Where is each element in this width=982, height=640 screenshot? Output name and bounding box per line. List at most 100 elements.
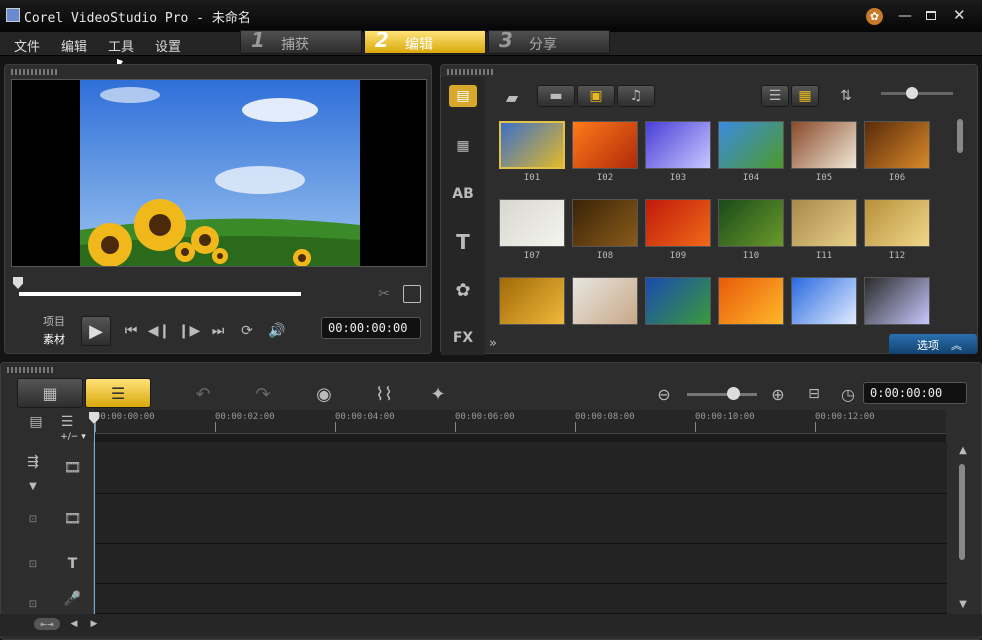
- thumbnail-item[interactable]: [645, 277, 711, 329]
- text-icon[interactable]: T: [449, 230, 477, 254]
- zoom-in-icon[interactable]: ⊕: [767, 383, 789, 405]
- panel-grip[interactable]: [447, 69, 493, 75]
- scrubber-track[interactable]: [19, 292, 301, 296]
- thumbnail-image: [645, 121, 711, 169]
- thumbnail-item[interactable]: I01: [499, 121, 565, 183]
- auto-music-icon[interactable]: ✦: [425, 382, 451, 406]
- timeline-scrollbar[interactable]: [959, 464, 965, 560]
- thumb-size-knob[interactable]: [906, 87, 918, 99]
- menu-edit[interactable]: 编辑: [61, 36, 87, 55]
- thumbnail-item[interactable]: [864, 277, 930, 329]
- thumbnail-item[interactable]: I02: [572, 121, 638, 183]
- expand-icon[interactable]: »: [485, 333, 501, 353]
- play-button[interactable]: ▶: [81, 316, 111, 346]
- list-view-button[interactable]: ☰: [761, 85, 789, 107]
- thumbnail-item[interactable]: [791, 277, 857, 329]
- thumbnail-item[interactable]: I04: [718, 121, 784, 183]
- fit-project-icon[interactable]: ⊟: [803, 383, 825, 405]
- title-track[interactable]: [52, 544, 947, 584]
- voice-track-header-icon[interactable]: 🎤: [52, 584, 94, 614]
- thumbnail-item[interactable]: I03: [645, 121, 711, 183]
- scroll-right-icon[interactable]: ▶: [88, 618, 100, 630]
- thumbnail-item[interactable]: I11: [791, 199, 857, 261]
- zoom-knob[interactable]: [727, 387, 740, 400]
- track-collapse-icon[interactable]: ▼: [24, 480, 42, 492]
- lock-icon[interactable]: ⊡: [26, 557, 40, 571]
- next-frame-icon[interactable]: ❙▶: [178, 321, 201, 341]
- help-icon[interactable]: ✿: [866, 8, 883, 25]
- graphics-icon[interactable]: ✿: [449, 279, 477, 301]
- thumbnail-item[interactable]: [499, 277, 565, 329]
- thumbnail-item[interactable]: I05: [791, 121, 857, 183]
- mode-project-label[interactable]: 项目: [43, 313, 65, 329]
- thumbnail-item[interactable]: I09: [645, 199, 711, 261]
- cut-icon[interactable]: ✂: [375, 285, 393, 303]
- step-edit[interactable]: 2 编辑: [364, 28, 486, 54]
- scroll-down-icon[interactable]: ▼: [956, 598, 970, 610]
- thumbnail-item[interactable]: I10: [718, 199, 784, 261]
- scroll-left-icon[interactable]: ◀: [68, 618, 80, 630]
- menu-file[interactable]: 文件: [14, 36, 40, 55]
- go-end-icon[interactable]: ⏭: [208, 321, 228, 341]
- timeline-view-button[interactable]: ☰: [85, 378, 151, 408]
- filter-fx-icon[interactable]: FX: [449, 327, 477, 349]
- sort-icon[interactable]: ⇅: [835, 85, 857, 107]
- show-video-button[interactable]: ▬: [537, 85, 575, 107]
- thumbnail-item[interactable]: I06: [864, 121, 930, 183]
- media-icon[interactable]: ▤: [449, 85, 477, 107]
- lock-icon[interactable]: ⊡: [26, 597, 40, 611]
- menu-settings[interactable]: 设置: [155, 36, 181, 55]
- folder-icon[interactable]: ▰: [501, 87, 523, 107]
- transition-icon[interactable]: ▦: [449, 135, 477, 157]
- volume-icon[interactable]: 🔊: [267, 321, 287, 341]
- menu-tools[interactable]: 工具: [108, 36, 134, 55]
- scroll-up-icon[interactable]: ▲: [956, 444, 970, 456]
- redo-icon[interactable]: ↷: [251, 382, 275, 406]
- options-button[interactable]: 选项 ︽: [889, 334, 977, 354]
- show-audio-button[interactable]: ♫: [617, 85, 655, 107]
- overlay-track[interactable]: [52, 494, 947, 544]
- title-icon[interactable]: AB: [449, 183, 477, 205]
- go-start-icon[interactable]: ⏮: [121, 321, 141, 341]
- lock-icon[interactable]: ⊡: [26, 512, 40, 526]
- ripple-edit-icon[interactable]: ⇶: [22, 454, 44, 470]
- thumbnail-item[interactable]: [572, 277, 638, 329]
- thumbnail-item[interactable]: [718, 277, 784, 329]
- zoom-out-icon[interactable]: ⊖: [653, 383, 675, 405]
- grid-view-button[interactable]: ▦: [791, 85, 819, 107]
- storyboard-view-button[interactable]: ▦: [17, 378, 83, 408]
- repeat-icon[interactable]: ⟳: [237, 321, 257, 341]
- close-icon[interactable]: ✕: [953, 6, 966, 24]
- step-share[interactable]: 3 分享: [488, 28, 610, 54]
- thumbnail-item[interactable]: I08: [572, 199, 638, 261]
- record-capture-icon[interactable]: ◉: [311, 382, 337, 406]
- overlay-track-header-icon[interactable]: 🎞: [52, 494, 94, 544]
- undo-icon[interactable]: ↶: [191, 382, 215, 406]
- scrubber-handle[interactable]: [13, 277, 23, 289]
- track-manager-icon[interactable]: ▤: [26, 414, 46, 430]
- show-photo-button[interactable]: ▣: [577, 85, 615, 107]
- minimize-icon[interactable]: —: [898, 8, 912, 24]
- track-list-icon[interactable]: ☰: [56, 414, 78, 430]
- panel-grip[interactable]: [7, 367, 53, 373]
- title-track-header-icon[interactable]: T: [52, 544, 94, 584]
- step-capture[interactable]: 1 捕获: [240, 28, 362, 54]
- zoom-slider[interactable]: [687, 393, 757, 396]
- chevron-up-icon: ︽: [951, 339, 962, 352]
- maximize-icon[interactable]: [926, 11, 936, 20]
- voice-track[interactable]: [52, 584, 947, 614]
- prev-frame-icon[interactable]: ◀❙: [148, 321, 171, 341]
- fit-timeline-icon[interactable]: ⇤⇥: [34, 618, 60, 630]
- timeline-timecode[interactable]: 0:00:00:00: [863, 382, 967, 404]
- video-track-header-icon[interactable]: 🎞: [52, 442, 94, 494]
- thumbnail-item[interactable]: I07: [499, 199, 565, 261]
- audio-mixer-icon[interactable]: ⌇⌇: [371, 382, 397, 406]
- copy-icon[interactable]: [403, 285, 421, 303]
- clock-icon[interactable]: ◷: [837, 383, 859, 405]
- player-timecode[interactable]: 00:00:00:00: [321, 317, 421, 339]
- library-scrollbar[interactable]: [957, 119, 963, 153]
- mode-clip-label[interactable]: 素材: [43, 331, 65, 347]
- thumbnail-item[interactable]: I12: [864, 199, 930, 261]
- panel-grip[interactable]: [11, 69, 57, 75]
- video-track[interactable]: [52, 442, 947, 494]
